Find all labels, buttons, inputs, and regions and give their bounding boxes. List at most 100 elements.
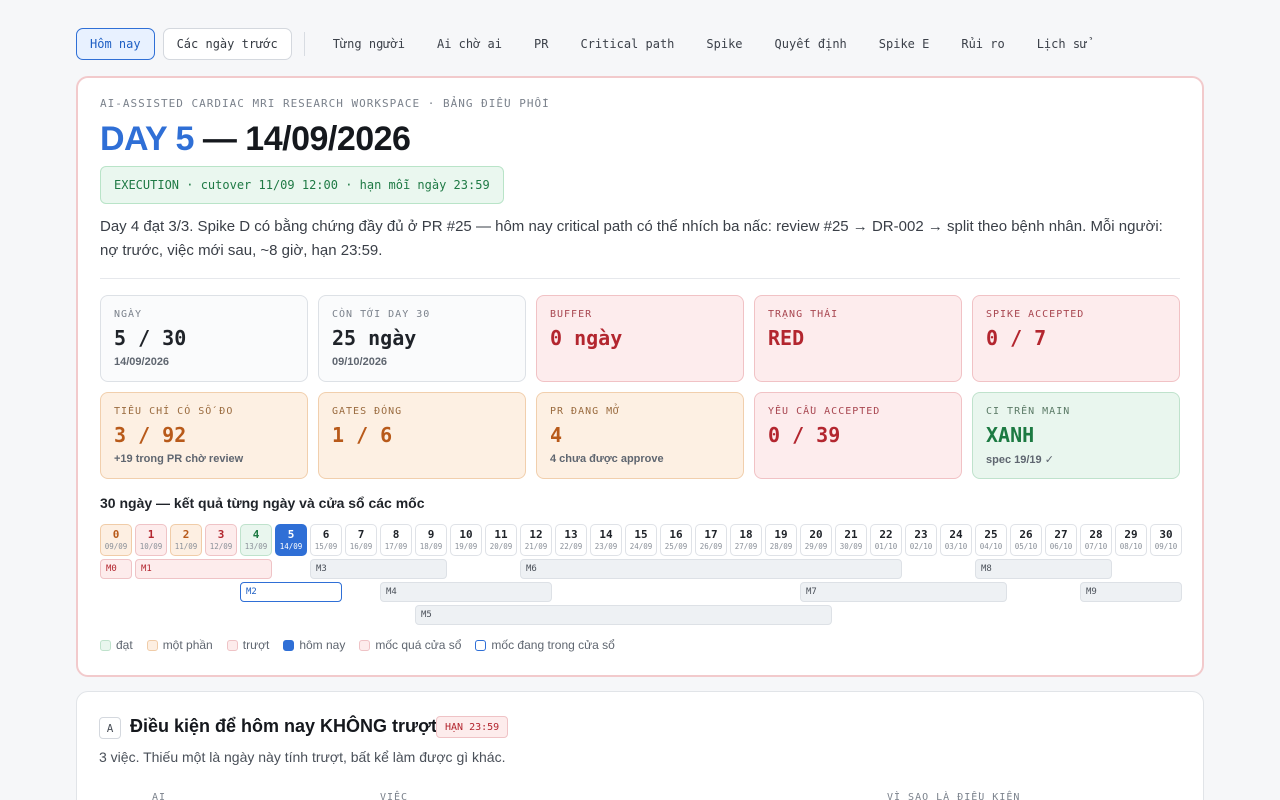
day-cell[interactable]: 20 29/09 [800, 524, 832, 556]
milestone-bar[interactable]: M0 [100, 559, 132, 579]
day-cell[interactable]: 19 28/09 [765, 524, 797, 556]
day-cell[interactable]: 2 11/09 [170, 524, 202, 556]
day-number: 10 [459, 528, 473, 541]
stat-card: TIÊU CHÍ CÓ SỐ ĐO 3 / 92 +19 trong PR chờ … [100, 392, 308, 479]
milestone-bar[interactable]: M9 [1080, 582, 1182, 602]
day-date: 11/09 [174, 542, 198, 551]
nav-link-spike-e[interactable]: Spike E [863, 28, 946, 60]
nav-link-critical-path[interactable]: Critical path [564, 28, 690, 60]
day-cell[interactable]: 22 01/10 [870, 524, 902, 556]
day-date: 09/09 [104, 542, 128, 551]
day-number: 4 [252, 528, 260, 541]
legend-swatch [146, 639, 158, 651]
day-cell[interactable]: 11 20/09 [485, 524, 517, 556]
stat-sub: 4 chưa được approve [550, 453, 664, 465]
project-eyebrow: AI-ASSISTED CARDIAC MRI RESEARCH WORKSPA… [100, 97, 550, 110]
stats-grid: NGÀY 5 / 30 14/09/2026 CÒN TỚI DAY 30 25 ngà… [100, 295, 1180, 479]
legend-item: hôm nay [283, 638, 345, 652]
day-cell[interactable]: 26 05/10 [1010, 524, 1042, 556]
stat-label: BUFFER [550, 309, 593, 320]
nav-divider [303, 32, 305, 56]
stat-label: PR ĐANG MỞ [550, 406, 621, 417]
nav-link-history[interactable]: Lịch sử [1021, 28, 1104, 60]
day-number: 15 [634, 528, 648, 541]
day-cell[interactable]: 18 27/09 [730, 524, 762, 556]
column-header-reason: VÌ SAO LÀ ĐIỀU KIỆN [887, 792, 1021, 800]
stat-label: TRẠNG THÁI [768, 309, 839, 320]
day-date: 06/10 [1049, 542, 1073, 551]
day-date: 30/09 [839, 542, 863, 551]
milestone-bar[interactable]: M2 [240, 582, 342, 602]
legend-label: trượt [242, 638, 270, 652]
stat-card: YÊU CẦU ACCEPTED 0 / 39 [754, 392, 962, 479]
tab-previous-days[interactable]: Các ngày trước [162, 28, 292, 60]
day-cell[interactable]: 16 25/09 [660, 524, 692, 556]
milestone-bar[interactable]: M4 [380, 582, 552, 602]
nav-link-pr[interactable]: PR [518, 28, 564, 60]
day-cell[interactable]: 9 18/09 [415, 524, 447, 556]
legend-swatch [359, 639, 371, 651]
milestone-bar[interactable]: M1 [135, 559, 272, 579]
day-cell[interactable]: 4 13/09 [240, 524, 272, 556]
day-cell[interactable]: 15 24/09 [625, 524, 657, 556]
stat-card: GATES ĐÓNG 1 / 6 [318, 392, 526, 479]
milestone-bar[interactable]: M7 [800, 582, 1007, 602]
day-cell[interactable]: 25 04/10 [975, 524, 1007, 556]
day-cell[interactable]: 8 17/09 [380, 524, 412, 556]
date-label: — 14/09/2026 [193, 120, 411, 158]
day-date: 18/09 [419, 542, 443, 551]
tab-today[interactable]: Hôm nay [76, 28, 155, 60]
day-number: 30 [1159, 528, 1173, 541]
timeline-title: 30 ngày — kết quả từng ngày và cửa sổ cá… [100, 495, 425, 511]
milestone-bar[interactable]: M3 [310, 559, 447, 579]
stat-sub: 14/09/2026 [114, 356, 170, 368]
day-number: 14 [599, 528, 613, 541]
day-cell[interactable]: 3 12/09 [205, 524, 237, 556]
nav-link-per-person[interactable]: Từng người [317, 28, 421, 60]
day-number: 1 [147, 528, 155, 541]
day-cell[interactable]: 1 10/09 [135, 524, 167, 556]
day-number: 23 [914, 528, 928, 541]
stat-sub: +19 trong PR chờ review [114, 453, 244, 465]
nav-link-spike[interactable]: Spike [690, 28, 758, 60]
day-cell[interactable]: 30 09/10 [1150, 524, 1182, 556]
stat-label: NGÀY [114, 309, 143, 320]
stat-card: SPIKE ACCEPTED 0 / 7 [972, 295, 1180, 382]
day-cell[interactable]: 17 26/09 [695, 524, 727, 556]
stat-card: CÒN TỚI DAY 30 25 ngày 09/10/2026 [318, 295, 526, 382]
day-cell[interactable]: 10 19/09 [450, 524, 482, 556]
day-date: 13/09 [244, 542, 268, 551]
day-cell[interactable]: 6 15/09 [310, 524, 342, 556]
day-cell[interactable]: 14 23/09 [590, 524, 622, 556]
day-date: 12/09 [209, 542, 233, 551]
day-cell[interactable]: 24 03/10 [940, 524, 972, 556]
nav-link-decisions[interactable]: Quyết định [759, 28, 863, 60]
stat-sub: spec 19/19 ✓ [986, 454, 1054, 466]
day-label: DAY 5 [100, 120, 194, 158]
day-cell[interactable]: 5 14/09 [275, 524, 307, 556]
milestone-bar[interactable]: M8 [975, 559, 1112, 579]
day-cell[interactable]: 0 09/09 [100, 524, 132, 556]
day-date: 19/09 [454, 542, 478, 551]
milestone-bar[interactable]: M5 [415, 605, 832, 625]
milestone-bar[interactable]: M6 [520, 559, 902, 579]
day-cell[interactable]: 29 08/10 [1115, 524, 1147, 556]
day-number: 16 [669, 528, 683, 541]
day-cell[interactable]: 13 22/09 [555, 524, 587, 556]
day-cell[interactable]: 21 30/09 [835, 524, 867, 556]
day-cell[interactable]: 28 07/10 [1080, 524, 1112, 556]
nav-link-who-waits[interactable]: Ai chờ ai [421, 28, 518, 60]
stat-card: NGÀY 5 / 30 14/09/2026 [100, 295, 308, 382]
day-number: 7 [357, 528, 365, 541]
day-date: 27/09 [734, 542, 758, 551]
day-cell[interactable]: 27 06/10 [1045, 524, 1077, 556]
day-date: 02/10 [909, 542, 933, 551]
day-cell[interactable]: 12 21/09 [520, 524, 552, 556]
day-date: 26/09 [699, 542, 723, 551]
day-cell[interactable]: 7 16/09 [345, 524, 377, 556]
day-cell[interactable]: 23 02/10 [905, 524, 937, 556]
day-date: 29/09 [804, 542, 828, 551]
day-number: 2 [182, 528, 190, 541]
stat-value: 0 / 7 [986, 326, 1047, 350]
nav-link-risks[interactable]: Rủi ro [945, 28, 1020, 60]
